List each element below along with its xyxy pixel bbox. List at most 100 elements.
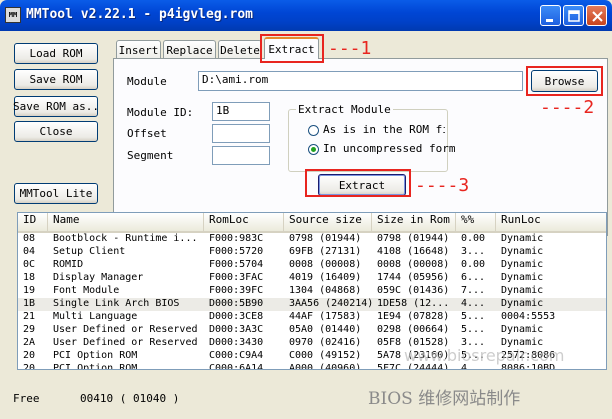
tab-delete[interactable]: Delete — [218, 40, 262, 60]
table-cell: Font Module — [53, 285, 120, 296]
table-cell: Dynamic — [501, 324, 544, 335]
table-cell: 69FB (27131) — [289, 246, 362, 257]
module-id-label: Module ID: — [127, 106, 194, 119]
as-is-radio[interactable] — [308, 125, 319, 136]
table-row[interactable]: 04 Setup Client F000:5720 69FB (27131) 4108 … — [18, 246, 606, 259]
table-cell: F000:983C — [209, 233, 264, 244]
table-cell: 059C (01436) — [377, 285, 450, 296]
table-cell: 05A0 (01440) — [289, 324, 362, 335]
segment-input[interactable] — [212, 146, 270, 165]
module-path-input[interactable]: D:\ami.rom — [198, 71, 523, 91]
table-cell: 0008 (00008) — [377, 259, 450, 270]
column-id[interactable]: ID — [18, 213, 48, 231]
maximize-icon — [568, 10, 580, 22]
table-cell: 0298 (00664) — [377, 324, 450, 335]
column-romloc[interactable]: RomLoc — [204, 213, 284, 231]
table-cell: Setup Client — [53, 246, 126, 257]
module-list-header: ID Name RomLoc Source size Size in Rom %… — [18, 213, 606, 233]
window-title: MMTool v2.22.1 - p4igvleg.rom — [26, 7, 253, 22]
segment-label: Segment — [127, 149, 174, 162]
table-cell: 6... — [461, 272, 486, 283]
table-cell: 20 — [23, 350, 36, 361]
table-cell: Single Link Arch BIOS — [53, 298, 180, 309]
table-cell: 1744 (05956) — [377, 272, 450, 283]
table-cell: Dynamic — [501, 246, 544, 257]
offset-input[interactable] — [212, 124, 270, 143]
column-runloc[interactable]: RunLoc — [496, 213, 606, 231]
extract-module-group-title: Extract Module — [296, 103, 393, 116]
table-row[interactable]: 0C ROMID F000:5704 0008 (00008) 0008 (00008)… — [18, 259, 606, 272]
table-cell: D000:5B90 — [209, 298, 264, 309]
table-cell: 1304 (04868) — [289, 285, 362, 296]
table-cell: D000:3CE8 — [209, 311, 264, 322]
maximize-button[interactable] — [563, 5, 584, 26]
table-cell: ROMID — [53, 259, 84, 270]
table-cell: D000:3A3C — [209, 324, 264, 335]
column-size-in-rom[interactable]: Size in Rom — [372, 213, 456, 231]
table-cell: User Defined or Reserved — [53, 324, 198, 335]
table-cell: PCI Option ROM — [53, 363, 138, 370]
column-source-size[interactable]: Source size — [284, 213, 372, 231]
uncompressed-option-label[interactable]: In uncompressed form — [323, 142, 455, 155]
annotation-label-2: ----2 — [540, 97, 595, 118]
table-cell: F000:5704 — [209, 259, 264, 270]
as-is-option-label[interactable]: As is in the ROM file — [323, 123, 445, 136]
mmtool-lite-button[interactable]: MMTool Lite — [14, 183, 98, 204]
table-cell: 3... — [461, 246, 486, 257]
table-cell: 7... — [461, 285, 486, 296]
uncompressed-radio[interactable] — [308, 144, 319, 155]
free-value: 00410 ( 01040 ) — [80, 392, 180, 405]
column-percent[interactable]: %% — [456, 213, 496, 231]
table-cell: D000:3430 — [209, 337, 264, 348]
table-cell: F000:39FC — [209, 285, 264, 296]
table-cell: 5... — [461, 311, 486, 322]
save-rom-as-button[interactable]: Save ROM as.. — [13, 96, 99, 117]
table-row[interactable]: 08 Bootblock - Runtime i... F000:983C 0798 … — [18, 233, 606, 246]
table-cell: User Defined or Reserved — [53, 337, 198, 348]
save-rom-button[interactable]: Save ROM — [14, 69, 98, 90]
table-cell: A000 (40960) — [289, 363, 362, 370]
module-label: Module — [127, 75, 167, 88]
table-cell: 0008 (00008) — [289, 259, 362, 270]
tab-insert[interactable]: Insert — [116, 40, 161, 60]
table-row[interactable]: 29 User Defined or Reserved D000:3A3C 05A0 … — [18, 324, 606, 337]
minimize-button[interactable] — [540, 5, 561, 26]
table-cell: Dynamic — [501, 259, 544, 270]
table-cell: 3AA56 (240214) — [289, 298, 372, 309]
table-row[interactable]: 21 Multi Language D000:3CE8 44AF (17583) 1E9… — [18, 311, 606, 324]
table-row[interactable]: 19 Font Module F000:39FC 1304 (04868) 059C (… — [18, 285, 606, 298]
annotation-label-1: ---1 — [328, 38, 372, 59]
watermark-text: BIOS 维修网站制作 — [368, 389, 521, 409]
extract-button[interactable]: Extract — [318, 174, 406, 196]
table-cell: 0.00 — [461, 233, 486, 244]
module-id-input[interactable]: 1B — [212, 102, 270, 121]
table-cell: 0798 (01944) — [377, 233, 450, 244]
table-cell: 0C — [23, 259, 36, 270]
table-cell: C000 (49152) — [289, 350, 362, 361]
table-cell: C000:6A14 — [209, 363, 264, 370]
table-cell: 5... — [461, 324, 486, 335]
close-button[interactable]: Close — [14, 121, 98, 142]
minimize-icon — [546, 19, 553, 22]
table-row[interactable]: 1B Single Link Arch BIOS D000:5B90 3AA56 (2… — [18, 298, 606, 311]
column-name[interactable]: Name — [48, 213, 204, 231]
table-row[interactable]: 18 Display Manager F000:3FAC 4019 (16409) 17… — [18, 272, 606, 285]
browse-button[interactable]: Browse — [531, 70, 598, 92]
table-cell: 2A — [23, 337, 36, 348]
tab-replace[interactable]: Replace — [163, 40, 216, 60]
table-cell: PCI Option ROM — [53, 350, 138, 361]
table-cell: 4108 (16648) — [377, 246, 450, 257]
close-window-button[interactable] — [586, 5, 607, 26]
table-cell: 0970 (02416) — [289, 337, 362, 348]
table-cell: 0.00 — [461, 259, 486, 270]
table-cell: 18 — [23, 272, 36, 283]
annotation-label-3: ----3 — [415, 175, 470, 196]
table-cell: 4... — [461, 298, 486, 309]
table-cell: 0798 (01944) — [289, 233, 362, 244]
tab-extract[interactable]: Extract — [264, 37, 319, 59]
table-cell: 20 — [23, 363, 36, 370]
title-bar[interactable]: MM MMTool v2.22.1 - p4igvleg.rom — [0, 0, 612, 31]
load-rom-button[interactable]: Load ROM — [14, 43, 98, 64]
table-cell: F000:3FAC — [209, 272, 264, 283]
mmtool-window: MM MMTool v2.22.1 - p4igvleg.rom Load RO… — [0, 0, 612, 419]
